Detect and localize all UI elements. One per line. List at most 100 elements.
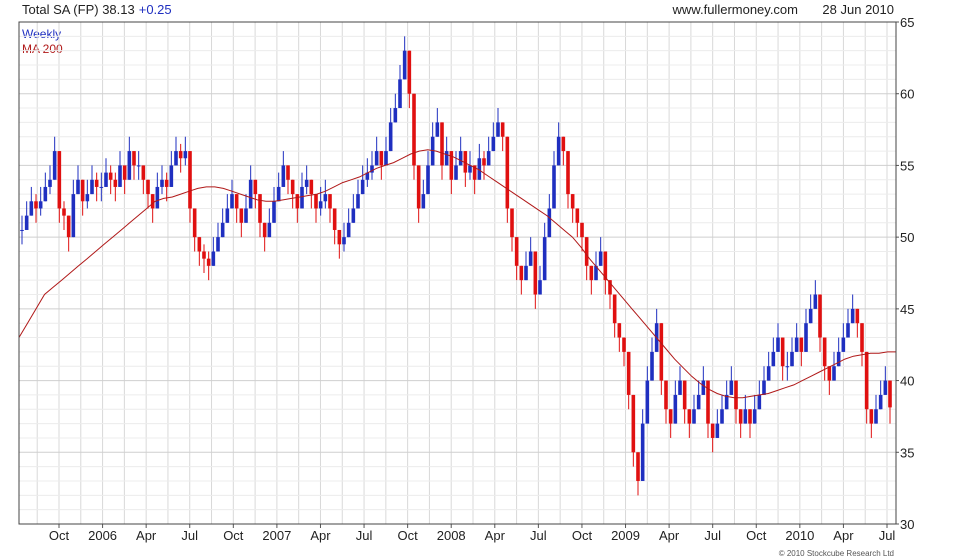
x-tick-label: Apr [310,528,331,543]
x-tick-label: Oct [572,528,593,543]
candle-body [612,294,617,324]
candle-body [570,194,575,209]
candle-body [631,394,636,453]
x-tick-label: Jul [530,528,547,543]
candle-body [827,366,832,381]
y-tick-label: 50 [900,230,914,245]
candle-body [48,179,52,187]
candle-body [99,186,104,188]
candle-body [710,423,715,438]
candle-body [262,222,267,238]
x-tick-label: Apr [136,528,157,543]
candle-body [547,208,552,238]
candle-body [342,237,346,245]
candle-body [874,409,878,424]
candle-body [720,409,724,424]
candle-body [122,165,127,180]
candle-body [314,194,318,209]
candle-body [598,251,603,266]
candle-body [169,165,174,187]
candle-body [416,165,421,209]
candle-body [304,179,309,187]
candle-body [323,194,328,202]
candle-body [491,136,496,152]
candle-body [113,179,118,187]
candle-body [589,265,594,281]
candle-body [757,394,762,410]
candle-body [52,151,57,180]
candle-body [412,93,416,166]
candle-body [538,280,542,295]
candle-body [435,122,440,137]
candle-body [230,194,234,209]
candle-body [318,201,323,209]
candle-body [734,380,738,410]
candle-body [426,165,430,195]
x-tick-label: Jul [181,528,198,543]
candle-body [692,409,696,424]
candle-body [524,265,528,281]
candle-body [729,380,734,395]
candle-body [393,108,398,123]
candle-body [575,208,580,223]
candle-body [440,122,444,166]
x-tick-label: Oct [223,528,244,543]
candle-body [225,208,230,223]
candle-body [244,208,248,223]
candle-body [500,122,505,137]
candle-body [402,50,407,80]
candle-body [239,208,244,223]
candle-body [822,337,827,367]
candle-body [360,179,365,195]
candle-body [337,229,342,245]
candle-body [514,237,519,266]
candle-body [566,151,570,195]
candle-body [146,179,150,195]
candle-body [43,186,48,202]
x-tick-label: Jul [356,528,373,543]
x-tick-label: Jul [879,528,896,543]
y-tick-label: 60 [900,87,914,102]
candle-body [150,194,155,209]
candle-body [62,208,66,216]
candle-body [85,194,90,202]
x-tick-label: 2007 [262,528,291,543]
candle-body [762,380,766,395]
candle-body [864,351,869,410]
y-tick-label: 40 [900,374,914,389]
candle-body [220,222,225,238]
x-tick-label: Oct [49,528,70,543]
candle-body [584,237,589,266]
candle-body [183,151,188,159]
candle-body [738,409,743,424]
candle-body [444,151,449,166]
candle-body [155,186,160,209]
candle-body [388,122,393,152]
candle-body [519,265,524,281]
candle-body [855,308,860,324]
candle-body [286,165,290,180]
candle-body [706,380,710,424]
candle-body [561,136,566,152]
candle-body [276,186,281,202]
candle-body [20,229,24,231]
copyright-notice: © 2010 Stockcube Research Ltd [778,549,894,558]
candle-body [197,237,202,252]
candle-body [295,194,300,209]
candle-body [164,179,169,187]
candle-body [832,366,836,381]
candle-body [71,194,76,238]
candle-body [701,380,706,395]
candle-body [407,50,412,94]
x-tick-label: 2010 [785,528,814,543]
candle-body [351,208,356,223]
x-tick-label: Oct [398,528,419,543]
candle-body [528,251,533,266]
candle-body [281,165,286,187]
y-tick-label: 45 [900,302,914,317]
candle-body [104,172,108,187]
candle-body [202,251,206,259]
candle-body [836,351,841,367]
x-tick-label: 2006 [88,528,117,543]
candle-body [29,201,34,216]
